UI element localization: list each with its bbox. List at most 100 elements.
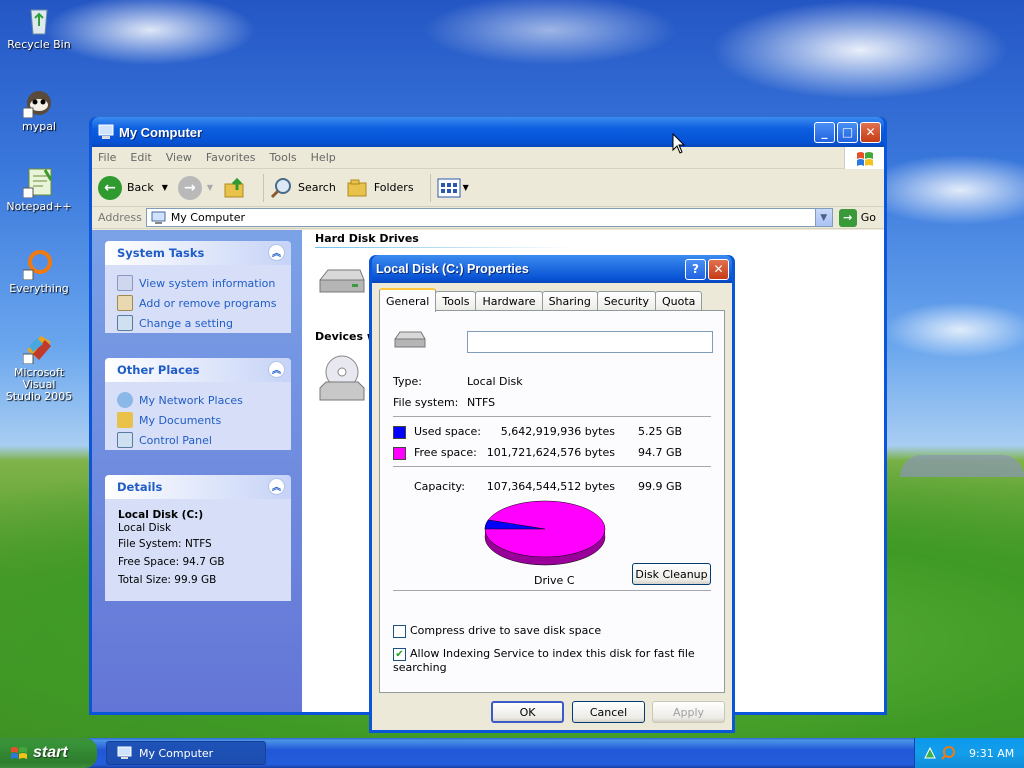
menu-edit[interactable]: Edit xyxy=(130,151,151,164)
notepad-icon xyxy=(22,166,55,199)
mouse-cursor-icon xyxy=(672,133,686,154)
filesystem-value: NTFS xyxy=(467,396,496,409)
computer-icon xyxy=(117,746,132,759)
dialog-title: Local Disk (C:) Properties xyxy=(376,262,529,276)
back-arrow-icon: ← xyxy=(98,175,122,200)
disk-cleanup-button[interactable]: Disk Cleanup xyxy=(632,563,711,585)
cd-drive-item[interactable] xyxy=(318,354,366,407)
details-name: Local Disk (C:) xyxy=(118,509,204,521)
local-disk-c-item[interactable] xyxy=(318,266,366,303)
drive-label-input[interactable] xyxy=(467,331,713,353)
tab-sharing[interactable]: Sharing xyxy=(541,291,598,311)
desktop-icon-visual-studio[interactable]: Microsoft Visual Studio 2005 xyxy=(4,332,74,403)
desktop-icon-notepadpp[interactable]: Notepad++ xyxy=(4,166,74,213)
task-change-setting[interactable]: Change a setting xyxy=(117,313,279,333)
free-space-swatch xyxy=(393,446,406,460)
address-dropdown-button[interactable]: ▼ xyxy=(814,209,832,226)
search-icon xyxy=(270,177,292,198)
address-input[interactable]: My Computer ▼ xyxy=(145,208,833,227)
back-dropdown-icon[interactable]: ▼ xyxy=(162,183,168,192)
free-space-bytes: 101,721,624,576 bytes xyxy=(486,446,615,459)
menu-tools[interactable]: Tools xyxy=(270,151,297,164)
dialog-close-button[interactable]: ✕ xyxy=(708,258,729,280)
help-button[interactable]: ? xyxy=(685,258,706,280)
free-space-gb: 94.7 GB xyxy=(638,446,683,459)
system-tasks-header[interactable]: System Tasks ︽ xyxy=(105,241,291,265)
back-button[interactable]: ← Back ▼ xyxy=(98,175,168,200)
tray-everything-icon[interactable] xyxy=(941,746,955,760)
raccoon-icon xyxy=(22,86,55,119)
menu-favorites[interactable]: Favorites xyxy=(206,151,256,164)
tab-hardware[interactable]: Hardware xyxy=(475,291,543,311)
indexing-checkbox[interactable]: ✔ Allow Indexing Service to index this di… xyxy=(393,647,724,674)
views-button[interactable]: ▼ xyxy=(437,177,469,199)
details-header[interactable]: Details ︽ xyxy=(105,475,291,499)
menu-view[interactable]: View xyxy=(166,151,192,164)
section-divider xyxy=(315,247,575,248)
disk-usage-pie-chart xyxy=(484,500,606,566)
collapse-chevron-icon[interactable]: ︽ xyxy=(268,361,285,378)
used-space-gb: 5.25 GB xyxy=(638,425,683,438)
other-places-panel: Other Places ︽ My Network Places My Docum… xyxy=(105,358,291,450)
window-titlebar[interactable]: My Computer _ □ ✕ xyxy=(92,117,884,147)
checkmark-icon: ✔ xyxy=(393,647,406,661)
go-arrow-icon: → xyxy=(838,208,857,227)
used-space-label: Used space: xyxy=(414,425,482,438)
dialog-titlebar[interactable]: Local Disk (C:) Properties ? ✕ xyxy=(372,255,732,283)
divider xyxy=(393,590,711,591)
go-button[interactable]: → Go xyxy=(838,208,876,227)
desktop-icon-recycle-bin[interactable]: Recycle Bin xyxy=(4,4,74,51)
computer-icon xyxy=(98,124,114,139)
control-panel-icon xyxy=(117,315,133,331)
checkbox-unchecked-icon xyxy=(393,624,406,638)
menu-help[interactable]: Help xyxy=(311,151,336,164)
place-my-network-places[interactable]: My Network Places xyxy=(117,390,279,410)
place-my-documents[interactable]: My Documents xyxy=(117,410,279,430)
taskbar-my-computer[interactable]: My Computer xyxy=(106,741,266,765)
windows-flag-icon xyxy=(11,747,27,759)
clock[interactable]: 9:31 AM xyxy=(969,747,1014,760)
forward-arrow-icon: → xyxy=(177,175,202,200)
hard-drive-icon xyxy=(319,269,365,293)
drive-c-label: Drive C xyxy=(534,574,575,587)
start-button[interactable]: start xyxy=(0,738,97,768)
other-places-header[interactable]: Other Places ︽ xyxy=(105,358,291,382)
documents-folder-icon xyxy=(117,412,133,428)
menu-file[interactable]: File xyxy=(98,151,116,164)
place-control-panel[interactable]: Control Panel xyxy=(117,430,279,450)
tab-quota[interactable]: Quota xyxy=(654,291,703,311)
compress-checkbox[interactable]: Compress drive to save disk space xyxy=(393,624,601,638)
minimize-button[interactable]: _ xyxy=(814,121,835,143)
tab-general[interactable]: General xyxy=(379,288,437,312)
desktop-icon-mypal[interactable]: mypal xyxy=(4,86,74,133)
search-button[interactable]: Search xyxy=(270,176,336,200)
up-folder-button[interactable] xyxy=(223,176,247,200)
details-filesystem: File System: NTFS xyxy=(118,538,212,550)
filesystem-label: File system: xyxy=(393,396,459,409)
tab-tools[interactable]: Tools xyxy=(435,291,477,311)
desktop-icon-everything[interactable]: Everything xyxy=(4,248,74,295)
control-panel-icon xyxy=(117,432,133,448)
collapse-chevron-icon[interactable]: ︽ xyxy=(268,478,285,495)
cancel-button[interactable]: Cancel xyxy=(572,701,645,723)
used-space-swatch xyxy=(393,425,406,439)
general-tab-panel: Type: Local Disk File system: NTFS Used … xyxy=(379,310,725,693)
forward-button[interactable]: → ▼ xyxy=(177,175,213,200)
folders-button[interactable]: Folders xyxy=(346,176,414,200)
details-free-space: Free Space: 94.7 GB xyxy=(118,556,225,568)
task-add-remove-programs[interactable]: Add or remove programs xyxy=(117,293,279,313)
divider xyxy=(393,416,711,417)
tab-security[interactable]: Security xyxy=(596,291,656,311)
maximize-button[interactable]: □ xyxy=(837,121,858,143)
tray-network-icon[interactable] xyxy=(923,746,937,760)
used-space-bytes: 5,642,919,936 bytes xyxy=(500,425,615,438)
apply-button[interactable]: Apply xyxy=(652,701,725,723)
collapse-chevron-icon[interactable]: ︽ xyxy=(268,244,285,261)
close-button[interactable]: ✕ xyxy=(860,121,881,143)
windows-flag-icon xyxy=(844,147,884,169)
ok-button[interactable]: OK xyxy=(491,701,564,723)
network-icon xyxy=(117,392,133,408)
visual-studio-icon xyxy=(22,332,55,365)
system-tasks-panel: System Tasks ︽ View system information Ad… xyxy=(105,241,291,333)
task-view-system-information[interactable]: View system information xyxy=(117,273,279,293)
